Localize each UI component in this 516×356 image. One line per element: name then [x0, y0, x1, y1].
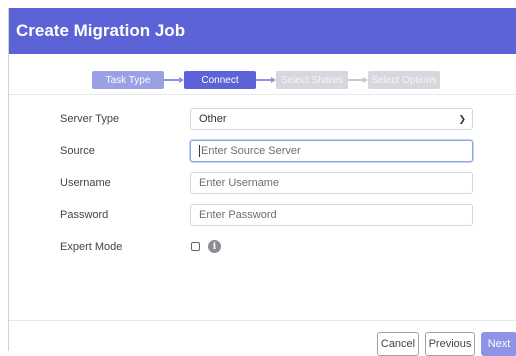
dialog-title: Create Migration Job [16, 21, 186, 40]
chevron-down-icon: ❯ [458, 113, 466, 124]
step-arrow-icon [348, 71, 368, 89]
username-label: Username [60, 177, 111, 189]
previous-button[interactable]: Previous [425, 332, 475, 356]
source-input[interactable]: Enter Source Server [190, 140, 473, 162]
step-task-type[interactable]: Task Type [92, 71, 164, 89]
server-type-label: Server Type [60, 113, 120, 125]
source-row: Source Enter Source Server [9, 140, 516, 164]
info-icon[interactable]: i [208, 240, 221, 253]
source-label: Source [60, 145, 95, 157]
step-arrow-icon [256, 71, 276, 89]
username-row: Username Enter Username [9, 172, 516, 196]
step-select-shares: Select Shares [276, 71, 348, 89]
dialog-header: Create Migration Job [9, 8, 516, 54]
password-row: Password Enter Password [9, 204, 516, 228]
expert-mode-label: Expert Mode [60, 241, 123, 253]
username-input[interactable]: Enter Username [190, 172, 473, 194]
server-type-value: Other [199, 113, 227, 125]
username-placeholder: Enter Username [199, 177, 280, 189]
step-arrow-icon [164, 71, 184, 89]
source-placeholder: Enter Source Server [201, 145, 301, 157]
cancel-button[interactable]: Cancel [377, 332, 419, 356]
next-button[interactable]: Next [481, 332, 516, 356]
password-label: Password [60, 209, 109, 221]
password-placeholder: Enter Password [199, 209, 277, 221]
expert-mode-row: Expert Mode i [9, 236, 516, 260]
expert-mode-checkbox[interactable] [191, 242, 200, 251]
dialog-footer: Cancel Previous Next [9, 320, 516, 356]
password-input[interactable]: Enter Password [190, 204, 473, 226]
step-select-options: Select Options [368, 71, 440, 89]
text-cursor [199, 145, 200, 157]
server-type-row: Server Type Other ❯ [9, 108, 516, 132]
wizard-stepper: Task Type Connect Select Shares Select O… [9, 54, 516, 95]
step-connect[interactable]: Connect [184, 71, 256, 89]
migration-job-dialog: Create Migration Job Task Type Connect S… [8, 8, 516, 356]
server-type-select[interactable]: Other ❯ [190, 108, 473, 130]
